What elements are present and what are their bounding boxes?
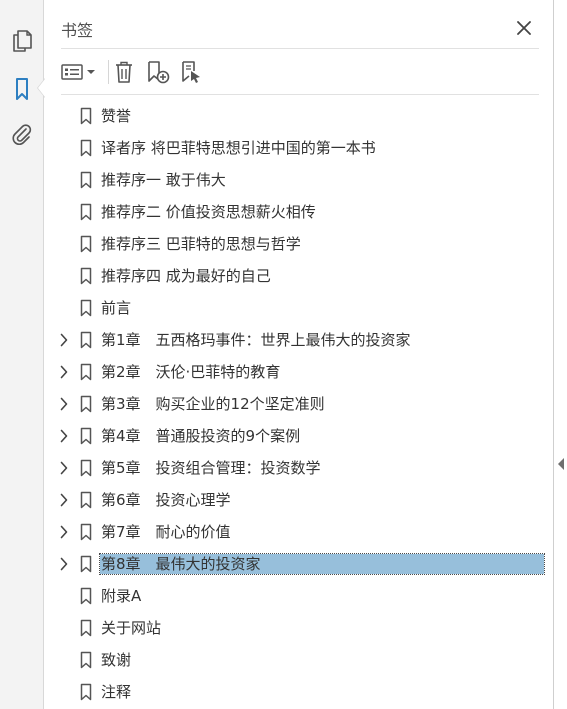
bookmark-label: 推荐序四 成为最好的自己 bbox=[101, 267, 271, 285]
bookmark-item[interactable]: 译者序 将巴菲特思想引进中国的第一本书 bbox=[45, 132, 553, 164]
options-menu-icon[interactable] bbox=[59, 58, 99, 86]
bookmark-label: 推荐序二 价值投资思想薪火相传 bbox=[101, 203, 316, 221]
bookmark-label: 赞誉 bbox=[101, 107, 132, 125]
divider bbox=[61, 48, 539, 49]
bookmark-label: 致谢 bbox=[101, 651, 132, 669]
bookmark-label: 第4章 普通股投资的9个案例 bbox=[101, 427, 301, 445]
bookmark-item[interactable]: 关于网站 bbox=[45, 612, 553, 644]
bookmark-label: 附录A bbox=[101, 587, 142, 605]
bookmark-item[interactable]: 前言 bbox=[45, 292, 553, 324]
bookmark-icon bbox=[80, 107, 92, 125]
bookmark-icon bbox=[80, 619, 92, 637]
bookmark-icon bbox=[80, 555, 92, 573]
bookmark-item[interactable]: 第7章 耐心的价值 bbox=[45, 516, 553, 548]
chevron-right-icon[interactable] bbox=[57, 556, 71, 572]
bookmark-icon bbox=[80, 491, 92, 509]
bookmark-item[interactable]: 赞誉 bbox=[45, 100, 553, 132]
bookmark-icon bbox=[80, 299, 92, 317]
bookmark-item[interactable]: 第5章 投资组合管理：投资数学 bbox=[45, 452, 553, 484]
bookmark-icon bbox=[80, 459, 92, 477]
close-icon[interactable] bbox=[513, 17, 535, 39]
bookmark-item[interactable]: 附录A bbox=[45, 580, 553, 612]
bookmark-icon bbox=[80, 523, 92, 541]
bookmark-label: 注释 bbox=[101, 683, 132, 701]
bookmark-label: 第8章 最伟大的投资家 bbox=[99, 553, 545, 575]
bookmark-item[interactable]: 致谢 bbox=[45, 644, 553, 676]
bookmark-item[interactable]: 第3章 购买企业的12个坚定准则 bbox=[45, 388, 553, 420]
chevron-right-icon[interactable] bbox=[57, 428, 71, 444]
chevron-right-icon[interactable] bbox=[57, 492, 71, 508]
chevron-right-icon[interactable] bbox=[57, 396, 71, 412]
bookmark-label: 第5章 投资组合管理：投资数学 bbox=[101, 459, 321, 477]
bookmark-label: 第1章 五西格玛事件：世界上最伟大的投资家 bbox=[101, 331, 411, 349]
bookmark-icon bbox=[80, 683, 92, 701]
bookmark-icon bbox=[80, 331, 92, 349]
chevron-right-icon[interactable] bbox=[57, 460, 71, 476]
bookmark-label: 第7章 耐心的价值 bbox=[101, 523, 231, 541]
bookmark-item[interactable]: 推荐序三 巴菲特的思想与哲学 bbox=[45, 228, 553, 260]
bookmark-item[interactable]: 推荐序四 成为最好的自己 bbox=[45, 260, 553, 292]
bookmark-icon bbox=[80, 651, 92, 669]
bookmark-label: 关于网站 bbox=[101, 619, 162, 637]
bookmark-label: 译者序 将巴菲特思想引进中国的第一本书 bbox=[101, 139, 376, 157]
chevron-right-icon[interactable] bbox=[57, 332, 71, 348]
bookmark-icon bbox=[80, 363, 92, 381]
panel-splitter[interactable] bbox=[553, 0, 567, 709]
active-tab-pointer-fill bbox=[38, 79, 45, 97]
bookmark-icon bbox=[80, 587, 92, 605]
bookmark-icon bbox=[80, 139, 92, 157]
bookmark-item[interactable]: 第6章 投资心理学 bbox=[45, 484, 553, 516]
bookmark-item[interactable]: 第8章 最伟大的投资家 bbox=[45, 548, 553, 580]
chevron-right-icon[interactable] bbox=[57, 364, 71, 380]
bookmark-icon bbox=[80, 203, 92, 221]
new-bookmark-from-structure-icon[interactable] bbox=[178, 58, 206, 86]
bookmark-item[interactable]: 第2章 沃伦·巴菲特的教育 bbox=[45, 356, 553, 388]
chevron-right-icon[interactable] bbox=[57, 524, 71, 540]
bookmark-item[interactable]: 第1章 五西格玛事件：世界上最伟大的投资家 bbox=[45, 324, 553, 356]
bookmark-icon bbox=[80, 267, 92, 285]
collapse-handle-icon[interactable] bbox=[558, 458, 564, 470]
bookmark-icon bbox=[80, 235, 92, 253]
bookmarks-panel: 书签 赞誉 译者序 将巴菲特思想引进中国的第一本书 推荐序一 敢于伟大 推荐序二… bbox=[45, 0, 553, 709]
toolbar-separator bbox=[108, 60, 109, 84]
bookmark-item[interactable]: 注释 bbox=[45, 676, 553, 708]
bookmark-label: 第2章 沃伦·巴菲特的教育 bbox=[101, 363, 281, 381]
panel-title: 书签 bbox=[61, 21, 94, 40]
navigation-rail bbox=[0, 0, 45, 709]
delete-bookmark-icon[interactable] bbox=[111, 58, 137, 86]
pages-icon[interactable] bbox=[8, 27, 36, 55]
bookmark-icon[interactable] bbox=[8, 75, 36, 103]
bookmark-label: 推荐序三 巴菲特的思想与哲学 bbox=[101, 235, 301, 253]
bookmark-icon bbox=[80, 171, 92, 189]
new-bookmark-icon[interactable] bbox=[144, 58, 172, 86]
bookmark-icon bbox=[80, 427, 92, 445]
attachment-icon[interactable] bbox=[8, 120, 36, 148]
bookmark-label: 推荐序一 敢于伟大 bbox=[101, 171, 226, 189]
bookmark-item[interactable]: 推荐序二 价值投资思想薪火相传 bbox=[45, 196, 553, 228]
bookmark-label: 第3章 购买企业的12个坚定准则 bbox=[101, 395, 325, 413]
bookmark-label: 第6章 投资心理学 bbox=[101, 491, 231, 509]
bookmark-label: 前言 bbox=[101, 299, 132, 317]
toolbar-divider bbox=[61, 94, 539, 95]
bookmark-icon bbox=[80, 395, 92, 413]
bookmark-item[interactable]: 推荐序一 敢于伟大 bbox=[45, 164, 553, 196]
bookmark-item[interactable]: 第4章 普通股投资的9个案例 bbox=[45, 420, 553, 452]
